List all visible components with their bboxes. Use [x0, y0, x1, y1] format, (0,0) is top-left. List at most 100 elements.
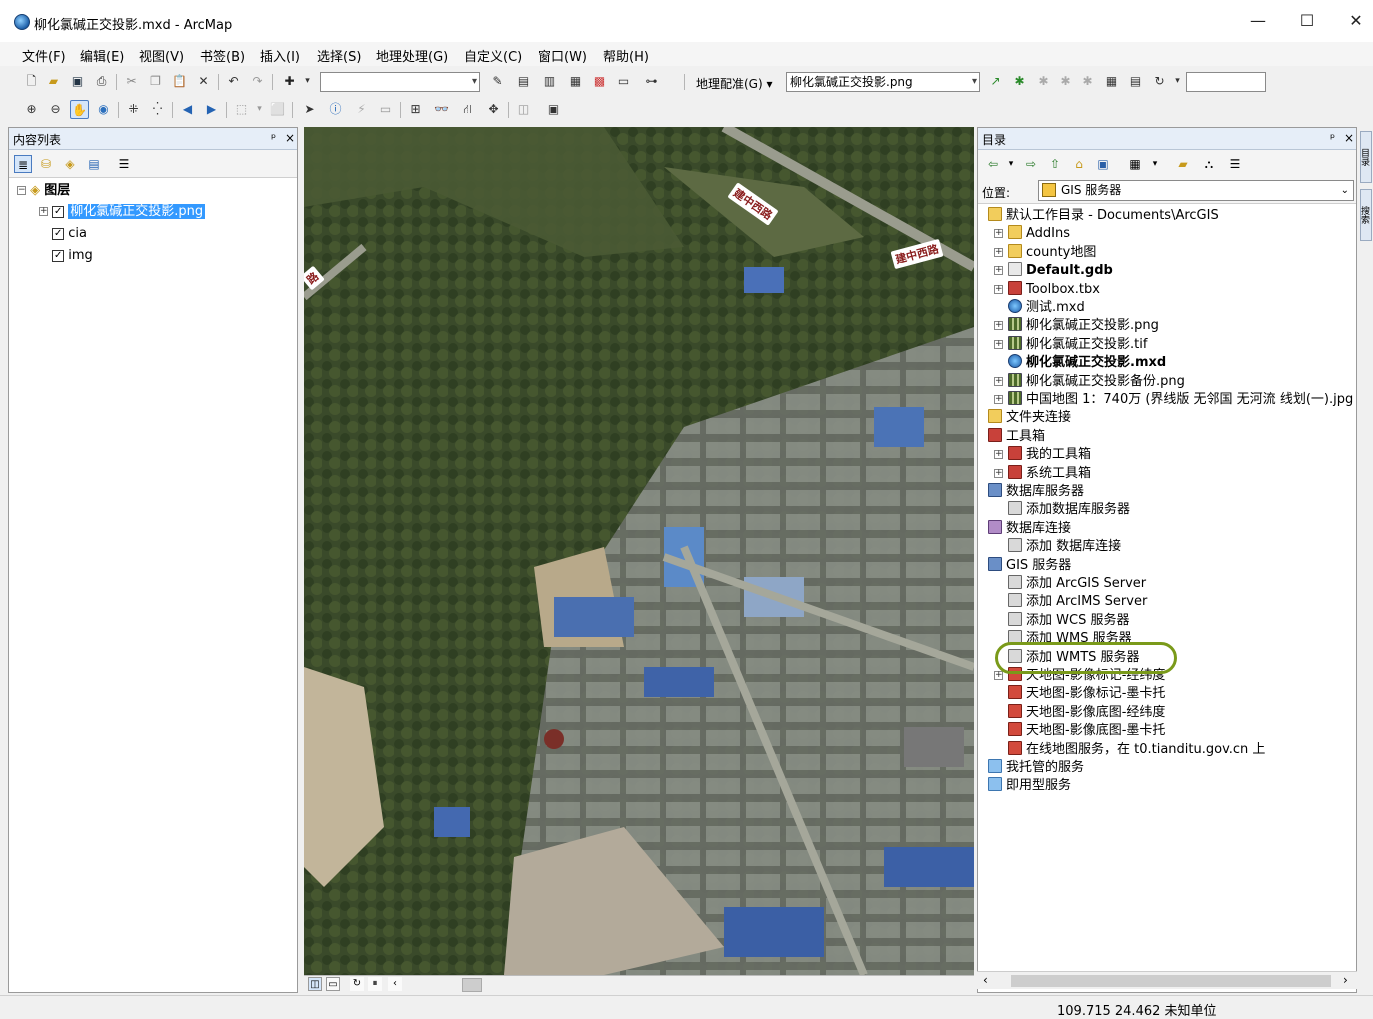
save-icon[interactable]: ▣: [68, 72, 87, 91]
catalog-item[interactable]: 工具箱: [988, 427, 1045, 446]
add-control-points-icon[interactable]: ✱: [1010, 72, 1029, 91]
menu-insert[interactable]: 插入(I): [260, 46, 300, 65]
scroll-left-icon[interactable]: ‹: [388, 977, 402, 991]
expand-icon[interactable]: +: [994, 450, 1003, 460]
hyperlink-icon[interactable]: ⚡: [352, 100, 371, 119]
close-window-button[interactable]: ✕: [1336, 8, 1373, 34]
layer-visibility-checkbox[interactable]: ✓: [52, 205, 65, 218]
pause-drawing-icon[interactable]: ⏸: [368, 977, 382, 991]
clear-selection-icon[interactable]: ⬜: [268, 100, 287, 119]
minimize-button[interactable]: —: [1238, 8, 1278, 34]
layer-name[interactable]: 柳化氯碱正交投影.png: [68, 204, 206, 219]
catalog-item[interactable]: 测试.mxd: [994, 299, 1085, 317]
arctoolbox-icon[interactable]: ▩: [590, 72, 609, 91]
layers-root-row[interactable]: − ◈ 图层: [17, 181, 70, 201]
georeferencing-menu[interactable]: 地理配准(G) ▾: [696, 75, 773, 92]
paste-icon[interactable]: 📋: [170, 72, 189, 91]
reset-transformation-icon[interactable]: ↻: [1150, 72, 1169, 91]
fixed-zoom-out-icon[interactable]: ⁛: [148, 100, 167, 119]
catalog-item[interactable]: 文件夹连接: [988, 409, 1071, 427]
auto-registration-icon[interactable]: ✱: [1078, 72, 1097, 91]
pin-icon[interactable]: ᵖ: [1330, 131, 1335, 145]
pan-hand-icon[interactable]: ✋: [70, 100, 89, 119]
menu-view[interactable]: 视图(V): [139, 46, 184, 65]
delete-icon[interactable]: ✕: [194, 72, 213, 91]
close-icon[interactable]: ×: [1344, 131, 1354, 145]
menu-help[interactable]: 帮助(H): [603, 46, 649, 65]
search-window-icon[interactable]: ▦: [566, 72, 585, 91]
scrollbar-thumb[interactable]: [1011, 975, 1331, 987]
cut-icon[interactable]: ✂: [122, 72, 141, 91]
catalog-item[interactable]: + 柳化氯碱正交投影备份.png: [994, 372, 1185, 391]
menu-edit[interactable]: 编辑(E): [80, 46, 124, 65]
catalog-item[interactable]: + county地图: [994, 243, 1096, 262]
add-data-icon[interactable]: ✚: [280, 72, 299, 91]
map-view[interactable]: 建中西路 建中西路 路: [304, 127, 974, 975]
catalog-item[interactable]: 天地图-影像底图-墨卡托: [994, 722, 1165, 740]
close-icon[interactable]: ×: [285, 131, 295, 145]
layout-view-icon[interactable]: ▭: [326, 977, 340, 991]
catalog-item[interactable]: 添加 WMTS 服务器: [994, 648, 1140, 667]
go-back-icon[interactable]: ◀: [178, 100, 197, 119]
expand-icon[interactable]: +: [994, 468, 1003, 478]
new-document-icon[interactable]: 🗋: [22, 72, 41, 91]
layer-row[interactable]: ✓ cia: [39, 224, 87, 244]
home-icon[interactable]: ⌂: [1070, 155, 1088, 173]
catalog-item[interactable]: 添加 数据库连接: [994, 538, 1121, 556]
catalog-item[interactable]: 即用型服务: [988, 777, 1071, 795]
map-scrollbar-thumb[interactable]: [462, 978, 482, 992]
catalog-item[interactable]: + 天地图-影像标记-经纬度: [994, 667, 1165, 685]
layer-name[interactable]: img: [68, 248, 93, 263]
catalog-item[interactable]: 默认工作目录 - Documents\ArcGIS: [988, 207, 1219, 225]
catalog-item[interactable]: + 柳化氯碱正交投影.png: [994, 317, 1159, 335]
maximize-button[interactable]: ☐: [1287, 8, 1327, 34]
table-of-contents-window-icon[interactable]: ▤: [514, 72, 533, 91]
catalog-item[interactable]: + 我的工具箱: [994, 446, 1091, 464]
menu-bookmarks[interactable]: 书签(B): [200, 46, 245, 65]
list-by-drawing-order-icon[interactable]: ≣: [14, 155, 32, 173]
collapse-icon[interactable]: −: [17, 186, 26, 195]
select-elements-arrow-icon[interactable]: ➤: [300, 100, 319, 119]
undo-icon[interactable]: ↶: [224, 72, 243, 91]
catalog-horizontal-scrollbar[interactable]: ‹ ›: [977, 971, 1357, 989]
viewer-icon[interactable]: ▤: [1126, 72, 1145, 91]
catalog-item[interactable]: 数据库服务器: [988, 483, 1084, 501]
catalog-options-icon[interactable]: ☰: [1226, 155, 1244, 173]
catalog-item[interactable]: 在线地图服务，在 t0.tianditu.gov.cn 上: [994, 740, 1265, 759]
catalog-item[interactable]: 添加 ArcGIS Server: [994, 575, 1146, 593]
catalog-item[interactable]: + 系统工具箱: [994, 464, 1091, 483]
reset-dropdown-icon[interactable]: ▾: [1168, 72, 1187, 91]
identify-icon[interactable]: ⓘ: [326, 100, 345, 119]
list-by-visibility-icon[interactable]: ◈: [61, 155, 79, 173]
catalog-item[interactable]: + 中国地图 1：740万 (界线版 无邻国 无河流 线划(一).jpg: [994, 391, 1353, 409]
fixed-zoom-in-icon[interactable]: ⁜: [124, 100, 143, 119]
scale-icon[interactable]: ✱: [1056, 72, 1075, 91]
python-window-icon[interactable]: ▭: [614, 72, 633, 91]
modelbuilder-icon[interactable]: ⊶: [642, 72, 661, 91]
copy-icon[interactable]: ❐: [146, 72, 165, 91]
expand-icon[interactable]: +: [994, 671, 1003, 680]
menu-customize[interactable]: 自定义(C): [464, 46, 522, 65]
expand-icon[interactable]: +: [994, 284, 1003, 294]
up-one-level-icon[interactable]: ⇧: [1046, 155, 1064, 173]
redo-icon[interactable]: ↷: [248, 72, 267, 91]
open-folder-icon[interactable]: ▰: [44, 72, 63, 91]
expand-icon[interactable]: +: [994, 395, 1003, 404]
go-forward-icon[interactable]: ▶: [202, 100, 221, 119]
catalog-item[interactable]: 添加 WMS 服务器: [994, 630, 1132, 648]
expand-icon[interactable]: +: [994, 229, 1003, 239]
menu-windows[interactable]: 窗口(W): [538, 46, 587, 65]
menu-file[interactable]: 文件(F): [22, 46, 66, 65]
select-dropdown-icon[interactable]: ▾: [250, 100, 269, 119]
view-mode-icon[interactable]: ▦: [1126, 155, 1144, 173]
options-icon[interactable]: ☰: [115, 155, 133, 173]
layer-row[interactable]: ✓ img: [39, 246, 93, 266]
menu-geoprocessing[interactable]: 地理处理(G): [376, 46, 448, 65]
location-combo[interactable]: GIS 服务器 ⌄: [1038, 180, 1354, 201]
catalog-item[interactable]: 添加 WCS 服务器: [994, 611, 1129, 630]
scroll-right-icon[interactable]: ›: [1343, 973, 1348, 987]
layer-name[interactable]: cia: [68, 226, 87, 241]
catalog-item[interactable]: 我托管的服务: [988, 759, 1084, 777]
catalog-item[interactable]: 柳化氯碱正交投影.mxd: [994, 354, 1166, 372]
find-route-icon[interactable]: ⛙: [458, 100, 477, 119]
